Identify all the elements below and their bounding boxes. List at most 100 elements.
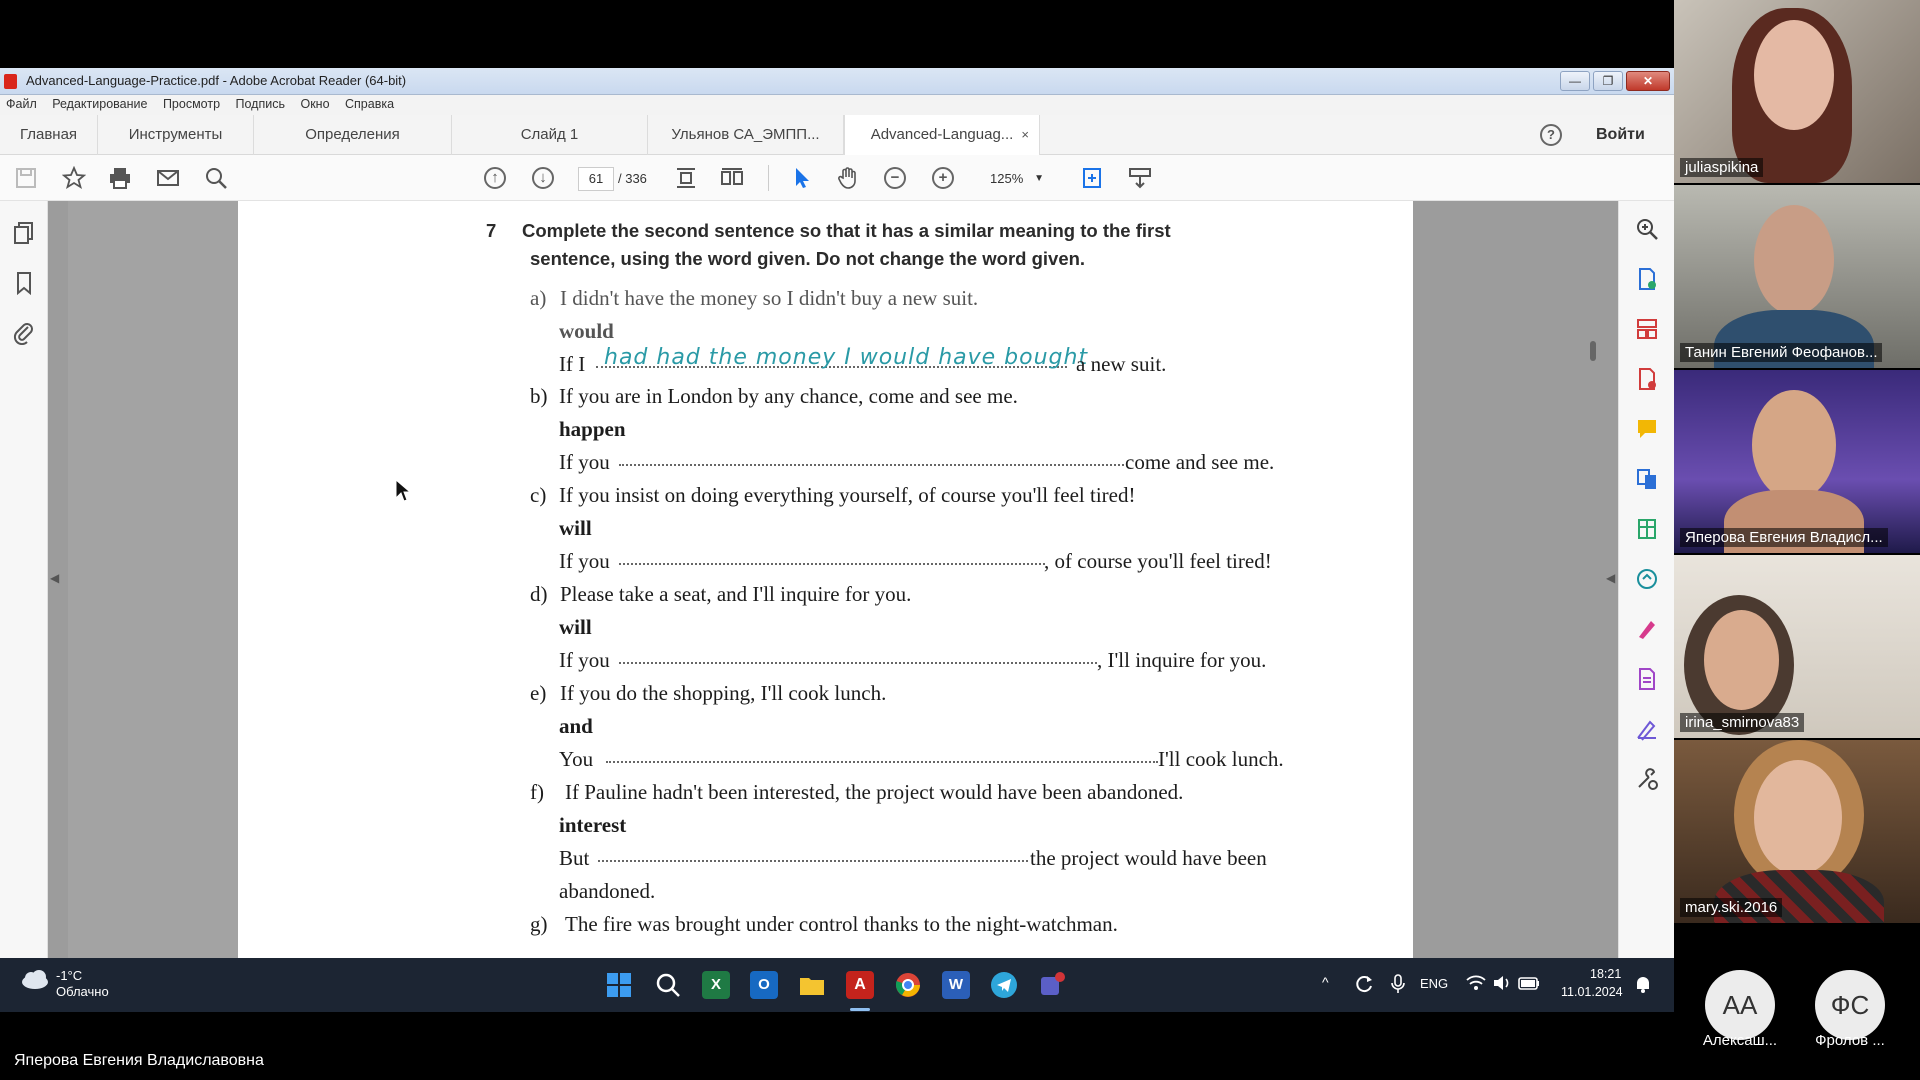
search-icon[interactable]	[204, 166, 228, 190]
zoom-out-icon[interactable]: −	[884, 167, 906, 189]
chrome-app-icon[interactable]	[894, 971, 922, 999]
bookmark-star-icon[interactable]	[62, 166, 86, 190]
outlook-app-icon[interactable]: O	[750, 971, 778, 999]
input-language[interactable]: ENG	[1420, 976, 1448, 991]
tab-document-advanced[interactable]: Advanced-Languag... ×	[844, 115, 1040, 155]
more-tools-icon[interactable]	[1635, 767, 1659, 791]
menu-file[interactable]: Файл	[0, 95, 43, 113]
send-for-review-icon[interactable]	[1635, 567, 1659, 591]
select-cursor-icon[interactable]	[790, 166, 814, 190]
tab-home[interactable]: Главная	[0, 115, 98, 155]
hand-tool-icon[interactable]	[836, 166, 860, 190]
help-icon[interactable]: ?	[1540, 124, 1562, 146]
participant-video-tile[interactable]: Яперова Евгения Владисл...	[1674, 370, 1920, 553]
tab-document-definitions[interactable]: Определения	[254, 115, 452, 155]
wifi-icon[interactable]	[1466, 974, 1486, 992]
answer-line[interactable]	[619, 450, 1124, 476]
taskbar-search-icon[interactable]	[654, 971, 682, 999]
answer-line[interactable]	[619, 648, 1097, 674]
show-hidden-icons-icon[interactable]: ^	[1322, 974, 1329, 990]
participant-face	[1754, 20, 1834, 130]
scroll-mode-icon[interactable]	[1128, 166, 1152, 190]
expand-right-arrow-icon[interactable]: ◀	[1606, 571, 1615, 585]
zoom-search-icon[interactable]	[1635, 217, 1659, 241]
dotted-line	[619, 563, 1045, 565]
participant-name: Яперова Евгения Владисл...	[1680, 528, 1888, 547]
excel-app-icon[interactable]: X	[702, 971, 730, 999]
file-explorer-icon[interactable]	[798, 971, 826, 999]
next-page-icon[interactable]: ↓	[532, 167, 554, 189]
clock-time[interactable]: 18:21	[1590, 967, 1621, 981]
zoom-in-icon[interactable]: +	[932, 167, 954, 189]
battery-icon[interactable]	[1518, 975, 1540, 991]
teams-app-icon[interactable]	[1038, 971, 1066, 999]
page-display-icon[interactable]	[1080, 166, 1104, 190]
close-window-button[interactable]: ✕	[1626, 71, 1670, 91]
participant-avatar[interactable]: АА	[1705, 970, 1775, 1040]
notifications-icon[interactable]	[1634, 974, 1652, 994]
clock-date[interactable]: 11.01.2024	[1561, 985, 1623, 999]
sync-icon[interactable]	[1354, 974, 1374, 994]
window-title: Advanced-Language-Practice.pdf - Adobe A…	[26, 73, 407, 88]
document-viewport[interactable]: ◀ 7 Complete the second sentence so that…	[48, 201, 1618, 1012]
fit-width-icon[interactable]	[720, 166, 744, 190]
toolbar-divider	[768, 165, 769, 191]
participant-avatar[interactable]: ФС	[1815, 970, 1885, 1040]
restore-button[interactable]: ❐	[1593, 71, 1623, 91]
tab-document-slide[interactable]: Слайд 1	[452, 115, 648, 155]
answer-end: , I'll inquire for you.	[1097, 648, 1267, 672]
vertical-scrollbar-thumb[interactable]	[1590, 341, 1596, 361]
zoom-level-select[interactable]: 125% ▼	[976, 167, 1048, 191]
menu-help[interactable]: Справка	[339, 95, 400, 113]
key-word: would	[559, 319, 614, 343]
active-speaker-name: Яперова Евгения Владиславовна	[14, 1052, 264, 1069]
tab-tools[interactable]: Инструменты	[98, 115, 254, 155]
answer-line[interactable]	[598, 846, 1028, 872]
comment-icon[interactable]	[1635, 417, 1659, 441]
acrobat-app-icon[interactable]: A	[846, 971, 874, 999]
page-thumbnails-icon[interactable]	[12, 221, 36, 245]
telegram-app-icon[interactable]	[990, 971, 1018, 999]
answer-end: come and see me.	[1125, 450, 1275, 474]
cloud-weather-icon[interactable]	[20, 968, 50, 990]
export-pdf-icon[interactable]	[1635, 267, 1659, 291]
participant-video-tile[interactable]: irina_smirnova83	[1674, 555, 1920, 738]
word-app-icon[interactable]: W	[942, 971, 970, 999]
volume-icon[interactable]	[1492, 974, 1512, 992]
windows-start-icon[interactable]	[605, 971, 633, 999]
acrobat-window: Advanced-Language-Practice.pdf - Adobe A…	[0, 68, 1674, 1012]
key-word: will	[559, 615, 592, 639]
print-icon[interactable]	[108, 166, 132, 190]
participant-video-tile[interactable]: mary.ski.2016	[1674, 740, 1920, 923]
page-number-input[interactable]: 61	[578, 167, 614, 191]
menu-sign[interactable]: Подпись	[230, 95, 291, 113]
request-signature-icon[interactable]	[1635, 717, 1659, 741]
tab-document-ulyanov[interactable]: Ульянов СА_ЭМПП...	[648, 115, 844, 155]
key-word: happen	[559, 417, 626, 441]
save-icon[interactable]	[14, 166, 38, 190]
menu-window[interactable]: Окно	[294, 95, 335, 113]
participant-video-tile[interactable]: Танин Евгений Феофанов...	[1674, 185, 1920, 368]
close-tab-icon[interactable]: ×	[1021, 115, 1029, 155]
excel-export-icon[interactable]	[1635, 517, 1659, 541]
microphone-icon[interactable]	[1390, 974, 1406, 994]
bookmarks-icon[interactable]	[12, 271, 36, 295]
menu-view[interactable]: Просмотр	[157, 95, 226, 113]
fill-sign-icon[interactable]	[1635, 617, 1659, 641]
minimize-button[interactable]: —	[1560, 71, 1590, 91]
fit-page-icon[interactable]	[674, 166, 698, 190]
collapse-left-arrow-icon[interactable]: ◀	[50, 571, 59, 585]
participant-video-tile[interactable]: juliaspikina	[1674, 0, 1920, 183]
previous-page-icon[interactable]: ↑	[484, 167, 506, 189]
email-icon[interactable]	[156, 166, 180, 190]
create-pdf-icon[interactable]	[1635, 367, 1659, 391]
sign-in-button[interactable]: Войти	[1596, 126, 1645, 144]
edit-pdf-icon[interactable]	[1635, 667, 1659, 691]
attachments-icon[interactable]	[12, 321, 36, 345]
menu-edit[interactable]: Редактирование	[46, 95, 153, 113]
answer-line[interactable]	[619, 549, 1045, 575]
answer-line[interactable]	[606, 747, 1158, 773]
item-label: b)	[530, 384, 548, 408]
combine-files-icon[interactable]	[1635, 467, 1659, 491]
organize-pages-icon[interactable]	[1635, 317, 1659, 341]
